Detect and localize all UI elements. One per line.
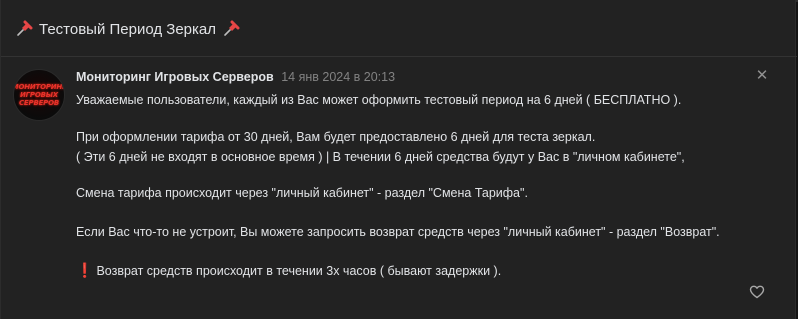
- post-meta: Мониторинг Игровых Серверов 14 янв 2024 …: [76, 70, 395, 84]
- message-line: Смена тарифа происходит через "личный ка…: [76, 186, 528, 200]
- post-date[interactable]: 14 янв 2024 в 20:13: [281, 70, 395, 84]
- message-line: Если Вас что-то не устроит, Вы можете за…: [76, 225, 720, 239]
- heart-icon[interactable]: [749, 284, 765, 300]
- pushpin-icon: [17, 20, 33, 36]
- page-title: Тестовый Период Зеркал: [39, 20, 217, 38]
- message-line: Уважаемые пользователи, каждый из Вас мо…: [76, 93, 682, 107]
- avatar-text: ИГРОВЫХ: [20, 91, 58, 99]
- avatar-text: СЕРВЕРОВ: [19, 99, 59, 107]
- close-icon[interactable]: ✕: [754, 68, 770, 84]
- header-divider: [1, 56, 797, 57]
- warning-text: Возврат средств происходит в течении 3х …: [96, 264, 502, 278]
- avatar[interactable]: МОНИТОРИНГ ИГРОВЫХ СЕРВЕРОВ: [13, 69, 65, 121]
- post-header: Тестовый Период Зеркал: [15, 18, 240, 40]
- pushpin-icon: [224, 20, 240, 36]
- exclamation-icon: ❗: [76, 262, 94, 278]
- post-panel: Тестовый Период Зеркал МОНИТОРИНГ ИГРОВЫ…: [0, 0, 797, 319]
- avatar-text: МОНИТОРИНГ: [13, 83, 65, 91]
- message-line: При оформлении тарифа от 30 дней, Вам бу…: [76, 130, 596, 144]
- message-line: ( Эти 6 дней не входят в основное время …: [76, 150, 685, 164]
- author-name[interactable]: Мониторинг Игровых Серверов: [76, 70, 274, 84]
- message-line-warning: ❗ Возврат средств происходит в течении 3х…: [76, 262, 501, 279]
